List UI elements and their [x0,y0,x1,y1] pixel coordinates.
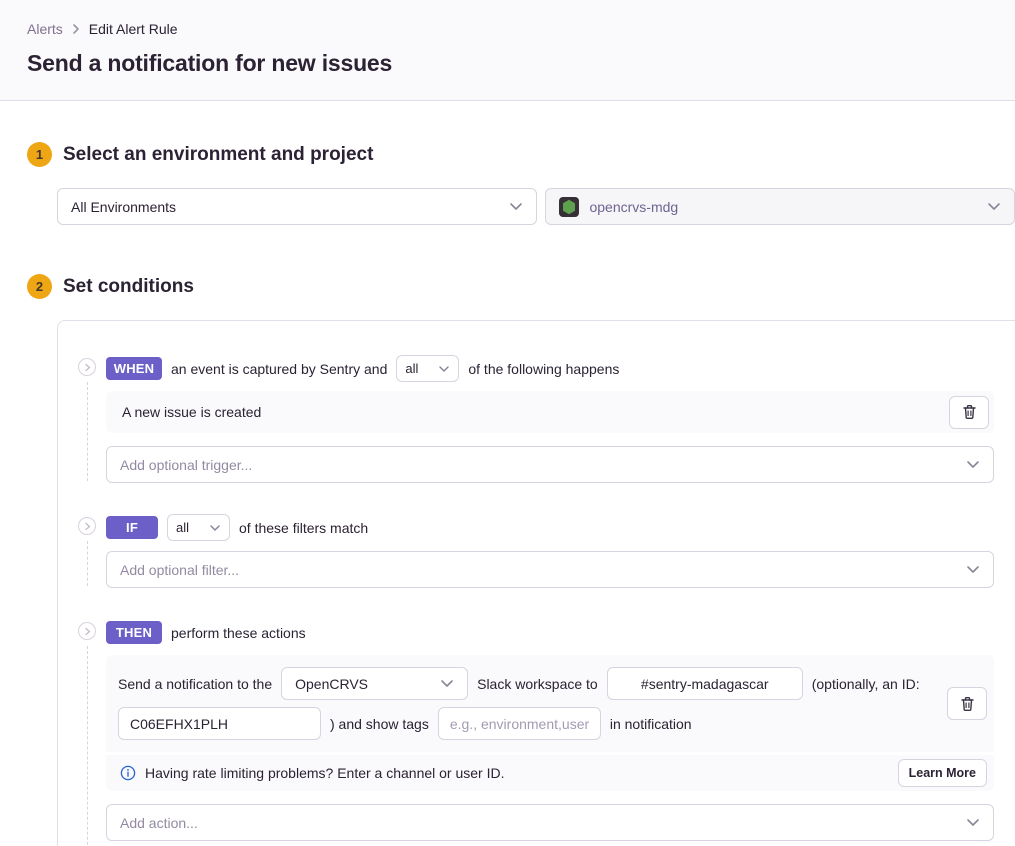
add-filter-placeholder: Add optional filter... [120,562,239,578]
delete-condition-button[interactable] [949,396,989,429]
chevron-down-icon [987,202,1001,211]
if-header: IF all of these filters match [106,514,994,541]
then-header: THEN perform these actions [106,619,994,646]
chevron-down-icon [209,524,221,532]
breadcrumb: Alerts Edit Alert Rule [27,21,988,37]
action-line-1: Send a notification to the OpenCRVS Slac… [118,667,937,700]
project-select[interactable]: opencrvs-mdg [545,188,1015,225]
chevron-down-icon [966,565,980,574]
slack-action-row: Send a notification to the OpenCRVS Slac… [106,655,994,752]
when-step: WHEN an event is captured by Sentry and … [78,355,994,483]
trash-icon [962,404,977,420]
page-title: Send a notification for new issues [27,50,988,77]
learn-more-button[interactable]: Learn More [898,759,987,787]
when-header: WHEN an event is captured by Sentry and … [106,355,994,382]
environment-select-value: All Environments [71,199,176,215]
rail-dashed-connector [87,541,88,586]
when-text-before: an event is captured by Sentry and [171,361,387,377]
chevron-circle-icon[interactable] [78,517,96,535]
chevron-circle-icon[interactable] [78,622,96,640]
action-text-3: (optionally, an ID: [812,676,920,692]
info-icon [120,765,136,781]
then-rail [78,619,106,846]
chevron-down-icon [438,365,450,373]
condition-row: A new issue is created [106,391,994,433]
then-step: THEN perform these actions Send a notifi… [78,619,994,846]
channel-input[interactable] [607,667,803,700]
action-text-5: in notification [610,716,692,732]
step-1-number-badge: 1 [27,142,52,167]
add-optional-trigger-select[interactable]: Add optional trigger... [106,446,994,483]
add-action-select[interactable]: Add action... [106,804,994,841]
if-match-select[interactable]: all [167,514,230,541]
step-2-heading: 2 Set conditions [27,274,1015,299]
then-badge: THEN [106,621,162,644]
step-2-number-badge: 2 [27,274,52,299]
condition-label: A new issue is created [122,404,261,420]
rail-dashed-connector [87,646,88,846]
rate-limit-notice: Having rate limiting problems? Enter a c… [106,755,994,791]
trash-icon [960,696,975,712]
when-text-after: of the following happens [468,361,619,377]
environment-select[interactable]: All Environments [57,188,537,225]
chevron-down-icon [966,818,980,827]
chevron-down-icon [440,679,454,688]
workspace-select[interactable]: OpenCRVS [281,667,468,700]
notice-text: Having rate limiting problems? Enter a c… [145,765,505,781]
workspace-select-value: OpenCRVS [295,676,368,692]
when-match-select[interactable]: all [396,355,459,382]
project-select-value: opencrvs-mdg [589,199,678,215]
step-1-title: Select an environment and project [63,144,373,166]
environment-project-row: All Environments opencrvs-mdg [57,188,1015,225]
if-badge: IF [106,516,158,539]
nodejs-platform-icon [559,197,579,217]
chevron-down-icon [966,460,980,469]
when-match-value: all [405,361,418,376]
page-header: Alerts Edit Alert Rule Send a notificati… [0,0,1015,101]
action-text-4: ) and show tags [330,716,429,732]
step-2-title: Set conditions [63,276,194,298]
then-text-after: perform these actions [171,625,306,641]
chevron-down-icon [509,202,523,211]
conditions-panel: WHEN an event is captured by Sentry and … [57,320,1015,846]
add-optional-filter-select[interactable]: Add optional filter... [106,551,994,588]
add-trigger-placeholder: Add optional trigger... [120,457,252,473]
channel-id-input[interactable] [118,707,321,740]
if-rail [78,514,106,588]
breadcrumb-chevron-icon [72,23,80,35]
step-1-heading: 1 Select an environment and project [27,142,1015,167]
breadcrumb-current: Edit Alert Rule [89,21,178,37]
action-text-2: Slack workspace to [477,676,598,692]
chevron-circle-icon[interactable] [78,358,96,376]
if-match-value: all [176,520,189,535]
delete-action-button[interactable] [947,687,987,720]
action-text-1: Send a notification to the [118,676,272,692]
when-rail [78,355,106,483]
if-step: IF all of these filters match Add option… [78,514,994,588]
breadcrumb-alerts-link[interactable]: Alerts [27,21,63,37]
action-line-2: ) and show tags in notification [118,707,937,740]
rail-dashed-connector [87,382,88,481]
when-badge: WHEN [106,357,162,380]
add-action-placeholder: Add action... [120,815,198,831]
tags-input[interactable] [438,707,601,740]
if-text-after: of these filters match [239,520,368,536]
